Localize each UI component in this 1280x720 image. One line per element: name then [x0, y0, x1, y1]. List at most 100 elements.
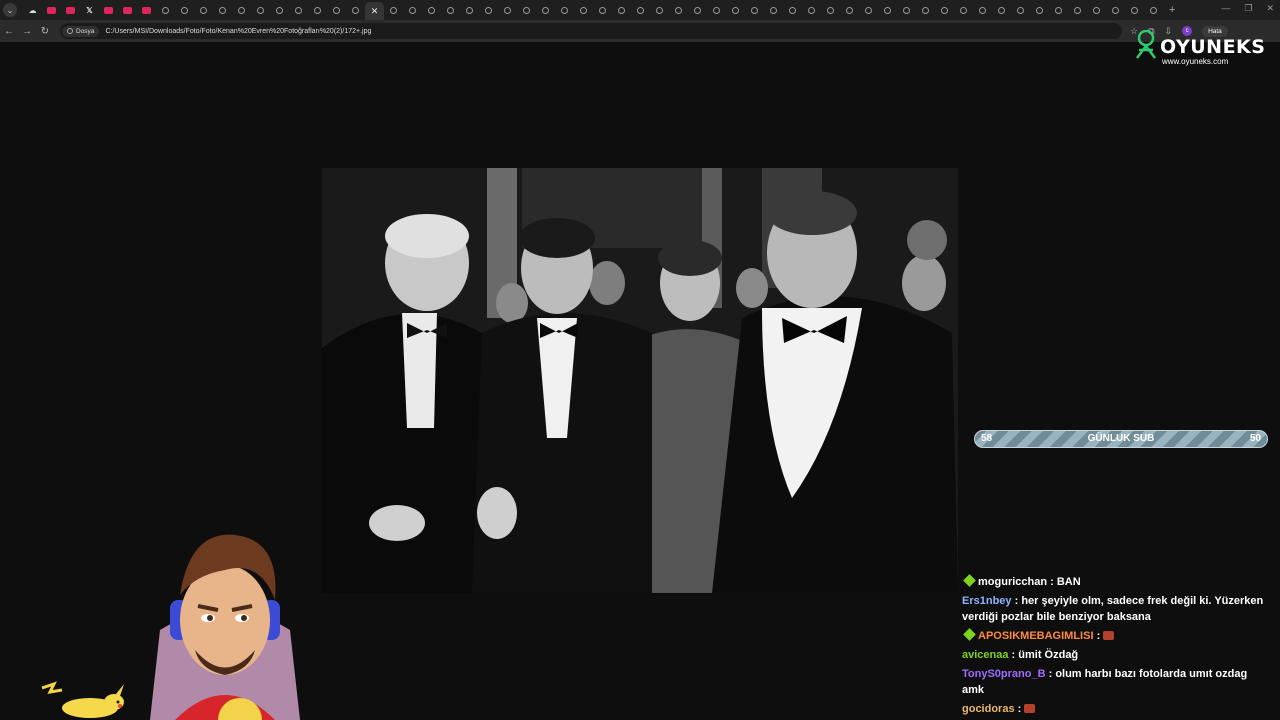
browser-tab[interactable]: [194, 2, 213, 18]
web-icon: [485, 6, 492, 14]
web-icon: [428, 6, 435, 14]
oyuneks-mascot-icon: [1136, 30, 1156, 59]
browser-tab[interactable]: [840, 2, 859, 18]
forward-icon[interactable]: →: [18, 26, 36, 37]
browser-tab[interactable]: [327, 2, 346, 18]
web-icon: [846, 6, 853, 14]
browser-tab[interactable]: [251, 2, 270, 18]
browser-tab[interactable]: [536, 2, 555, 18]
browser-tab[interactable]: [156, 2, 175, 18]
browser-tab[interactable]: [213, 2, 232, 18]
browser-tab[interactable]: [270, 2, 289, 18]
browser-tab[interactable]: [764, 2, 783, 18]
browser-tab[interactable]: [593, 2, 612, 18]
browser-tab[interactable]: [612, 2, 631, 18]
browser-tab[interactable]: [1068, 2, 1087, 18]
browser-tab[interactable]: [175, 2, 194, 18]
browser-tab[interactable]: [821, 2, 840, 18]
browser-tab[interactable]: [1144, 2, 1163, 18]
minimize-icon[interactable]: —: [1221, 3, 1230, 14]
browser-tab[interactable]: [517, 2, 536, 18]
address-bar[interactable]: Dosya C:/Users/MSI/Downloads/Foto/Foto/K…: [60, 23, 1122, 39]
web-icon: [656, 6, 663, 14]
browser-tab[interactable]: [289, 2, 308, 18]
browser-tab[interactable]: [783, 2, 802, 18]
browser-tab[interactable]: [1049, 2, 1068, 18]
web-icon: [1150, 6, 1157, 14]
chat-text: BAN: [1056, 576, 1081, 588]
browser-tab[interactable]: [745, 2, 764, 18]
toolbar: ← → ↻ Dosya C:/Users/MSI/Downloads/Foto/…: [0, 20, 1280, 42]
web-icon: [1036, 6, 1043, 14]
browser-tab[interactable]: [574, 2, 593, 18]
browser-tab[interactable]: [498, 2, 517, 18]
chat-username[interactable]: Ers1nbey: [962, 595, 1012, 607]
chat-username[interactable]: TonyS0prano_B: [962, 668, 1046, 680]
close-window-icon[interactable]: ✕: [1266, 3, 1274, 14]
back-icon[interactable]: ←: [0, 26, 18, 37]
web-icon: [903, 6, 910, 14]
web-icon: [827, 6, 834, 14]
browser-tab[interactable]: [650, 2, 669, 18]
browser-tab[interactable]: [669, 2, 688, 18]
browser-tab[interactable]: [1125, 2, 1144, 18]
youtube-icon: [66, 6, 75, 14]
browser-tab[interactable]: [935, 2, 954, 18]
browser-tab[interactable]: [460, 2, 479, 18]
web-icon: [390, 6, 397, 14]
browser-tab[interactable]: [859, 2, 878, 18]
browser-tab[interactable]: ✕: [365, 2, 384, 20]
browser-tab[interactable]: [897, 2, 916, 18]
chat-username[interactable]: gocidoras: [962, 703, 1015, 715]
browser-tab[interactable]: [1030, 2, 1049, 18]
browser-tab[interactable]: [422, 2, 441, 18]
browser-tab[interactable]: [1087, 2, 1106, 18]
browser-tab[interactable]: [61, 2, 80, 18]
url-text[interactable]: C:/Users/MSI/Downloads/Foto/Foto/Kenan%2…: [105, 28, 371, 35]
browser-tab[interactable]: [555, 2, 574, 18]
photo-illustration: [322, 168, 958, 593]
browser-tab[interactable]: [992, 2, 1011, 18]
browser-tab[interactable]: [916, 2, 935, 18]
logo-text: OYUNEKS: [1160, 36, 1266, 58]
browser-tab[interactable]: [688, 2, 707, 18]
browser-tab[interactable]: [707, 2, 726, 18]
maximize-icon[interactable]: ❐: [1244, 3, 1252, 14]
browser-tab[interactable]: [137, 2, 156, 18]
chat-message: avicenaa : ümit Özdağ: [962, 647, 1272, 663]
chat-username[interactable]: APOSIKMEBAGIMLISI: [978, 630, 1094, 642]
stream-chat: moguricchan : BAN Ers1nbey : her şeyiyle …: [962, 574, 1272, 720]
browser-tab[interactable]: [42, 2, 61, 18]
browser-tab[interactable]: [631, 2, 650, 18]
browser-tab[interactable]: [308, 2, 327, 18]
web-icon: [1074, 6, 1081, 14]
web-icon: [1017, 6, 1024, 14]
browser-tab[interactable]: [232, 2, 251, 18]
browser-tab[interactable]: [441, 2, 460, 18]
chat-username[interactable]: avicenaa: [962, 649, 1008, 661]
browser-tab[interactable]: [726, 2, 745, 18]
browser-tab[interactable]: ☁: [23, 2, 42, 18]
browser-tab[interactable]: [118, 2, 137, 18]
browser-tab[interactable]: [99, 2, 118, 18]
tab-search-button[interactable]: ⌄: [3, 3, 17, 17]
browser-tab[interactable]: [384, 2, 403, 18]
new-tab-button[interactable]: +: [1169, 4, 1175, 16]
browser-tab[interactable]: [802, 2, 821, 18]
browser-tab[interactable]: [1106, 2, 1125, 18]
reload-icon[interactable]: ↻: [36, 26, 54, 37]
browser-tab[interactable]: 𝕏: [80, 2, 99, 18]
sub-target-count: 50: [1249, 433, 1261, 444]
browser-tab[interactable]: [973, 2, 992, 18]
browser-tab[interactable]: [878, 2, 897, 18]
browser-tab[interactable]: [346, 2, 365, 18]
browser-tab[interactable]: [1011, 2, 1030, 18]
web-icon: [333, 6, 340, 14]
site-info-chip[interactable]: Dosya: [62, 25, 100, 37]
browser-tab[interactable]: [954, 2, 973, 18]
chat-username[interactable]: moguricchan: [978, 576, 1047, 588]
close-icon[interactable]: ✕: [371, 6, 379, 17]
browser-tab[interactable]: [403, 2, 422, 18]
youtube-icon: [123, 6, 132, 14]
browser-tab[interactable]: [479, 2, 498, 18]
